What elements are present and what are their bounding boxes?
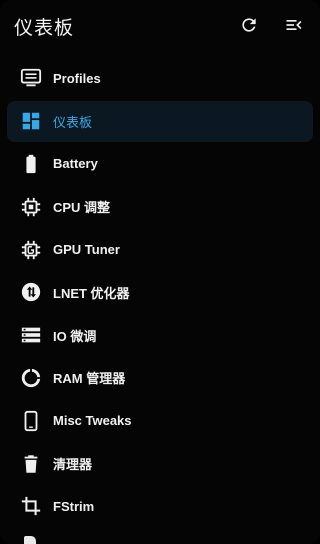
network-transfer-icon (20, 281, 42, 303)
menu-item-label: GPU Tuner (53, 242, 120, 258)
menu-item-label: Battery (53, 156, 98, 172)
menu-item-label: RAM 管理器 (53, 371, 126, 387)
next-item-icon-partial (24, 536, 36, 544)
monitor-list-icon (20, 67, 42, 89)
menu-item-label: IO 微调 (53, 328, 97, 344)
crop-icon (20, 495, 42, 517)
menu-item-fstrim[interactable]: FStrim (0, 485, 320, 528)
dashboard-icon (20, 110, 42, 132)
menu-item-label: LNET 优化器 (53, 285, 130, 301)
menu-item-battery[interactable]: Battery (0, 143, 320, 186)
collapse-drawer-button[interactable] (283, 14, 305, 36)
menu-item-cpu[interactable]: CPU 调整 (0, 185, 320, 228)
menu-item-io[interactable]: IO 微调 (0, 314, 320, 357)
refresh-icon (242, 18, 256, 32)
storage-stack-icon (20, 324, 42, 346)
memory-ring-icon (20, 367, 42, 389)
menu-item-ram[interactable]: RAM 管理器 (0, 357, 320, 400)
phone-icon (20, 410, 42, 432)
menu-collapse-icon (286, 20, 302, 30)
menu-item-gpu[interactable]: GPU Tuner (0, 228, 320, 271)
gpu-chip-icon (20, 239, 42, 261)
menu-item-misc-tweaks[interactable]: Misc Tweaks (0, 399, 320, 442)
menu-item-label: CPU 调整 (53, 200, 111, 216)
menu-item-label: 清理器 (53, 457, 93, 473)
menu-item-label: FStrim (53, 498, 95, 514)
menu-item-label: Profiles (53, 70, 101, 86)
menu-item-dashboard[interactable]: 仪表板 (0, 100, 320, 143)
battery-icon (20, 153, 42, 175)
menu-item-profiles[interactable]: Profiles (0, 57, 320, 100)
page-title: 仪表板 (14, 17, 75, 39)
refresh-button[interactable] (238, 14, 260, 36)
trash-icon (20, 453, 42, 475)
menu-item-cleaner[interactable]: 清理器 (0, 442, 320, 485)
cpu-chip-icon (20, 196, 42, 218)
drawer-menu: Profiles 仪表板 Battery CPU 调整 GPU Tuner LN… (0, 57, 320, 528)
menu-item-lnet[interactable]: LNET 优化器 (0, 271, 320, 314)
navigation-drawer: 仪表板 Profiles 仪表板 Battery CPU 调整 GPU Tune… (0, 0, 320, 544)
menu-item-label: 仪表板 (53, 114, 93, 130)
menu-item-label: Misc Tweaks (53, 413, 132, 429)
drawer-header: 仪表板 (0, 0, 320, 52)
